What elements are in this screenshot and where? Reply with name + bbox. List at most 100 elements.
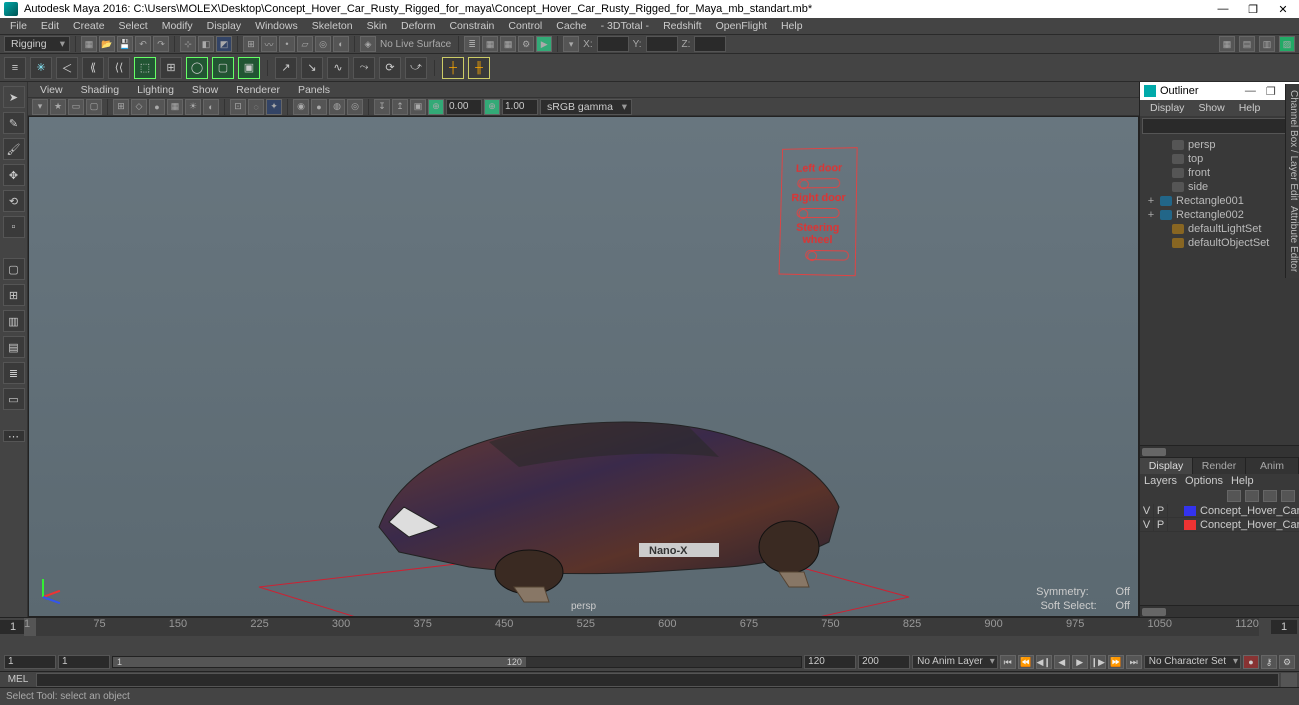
panel-bookmark-button[interactable]: ★ <box>50 99 66 115</box>
panel-menu-lighting[interactable]: Lighting <box>129 83 182 97</box>
panel-film-gate-button[interactable]: ▢ <box>86 99 102 115</box>
minimize-button[interactable]: — <box>1217 3 1229 16</box>
snap-grid-button[interactable]: ⊞ <box>243 36 259 52</box>
new-scene-button[interactable]: ▦ <box>81 36 97 52</box>
set-key-button[interactable]: ⚷ <box>1261 655 1277 669</box>
panel-gamma-field[interactable]: 1.00 <box>502 99 538 115</box>
layer-vis-toggle[interactable]: V <box>1140 518 1154 532</box>
z-field[interactable] <box>694 36 726 52</box>
outliner-menu-show[interactable]: Show <box>1192 101 1230 115</box>
rig-left-door-slider[interactable] <box>797 178 840 188</box>
auto-key-button[interactable]: ● <box>1243 655 1259 669</box>
play-back-button[interactable]: ◀ <box>1054 655 1070 669</box>
layout-script-button[interactable]: ▭ <box>3 388 25 410</box>
layout-graph-button[interactable]: ≣ <box>3 362 25 384</box>
panel-shaded-button[interactable]: ● <box>149 99 165 115</box>
time-current-display[interactable]: 1 <box>1271 620 1297 634</box>
layer-name[interactable]: Concept_Hover_Car_Rusty_ <box>1198 519 1299 531</box>
shelf-btn-17[interactable]: ╫ <box>468 57 490 79</box>
shelf-btn-5[interactable]: ⬚ <box>134 57 156 79</box>
layer-new-empty-button[interactable] <box>1263 490 1277 502</box>
outliner-node-top[interactable]: top <box>1140 152 1299 166</box>
layer-tab-anim[interactable]: Anim <box>1246 458 1299 474</box>
rotate-tool[interactable]: ⟲ <box>3 190 25 212</box>
play-forward-button[interactable]: ▶ <box>1072 655 1088 669</box>
panel-view-transform-button[interactable]: ▣ <box>410 99 426 115</box>
menu-skeleton[interactable]: Skeleton <box>306 19 359 33</box>
panel-xray-joints-button[interactable]: ✦ <box>266 99 282 115</box>
layout-four-button[interactable]: ⊞ <box>3 284 25 306</box>
range-bar[interactable]: 1120 <box>113 657 526 667</box>
panel-texture-button[interactable]: ▦ <box>167 99 183 115</box>
softselect-value[interactable]: Off <box>1116 600 1130 612</box>
layer-moveup-button[interactable] <box>1227 490 1241 502</box>
menu-openflight[interactable]: OpenFlight <box>710 19 773 33</box>
lasso-tool[interactable]: ✎ <box>3 112 25 134</box>
outliner-node-rectangle002[interactable]: +Rectangle002 <box>1140 208 1299 222</box>
playback-prefs-button[interactable]: ⚙ <box>1279 655 1295 669</box>
toggle-channelbox-button[interactable]: ▤ <box>1239 36 1255 52</box>
panel-shadow-button[interactable]: ◐ <box>203 99 219 115</box>
menu-edit[interactable]: Edit <box>35 19 65 33</box>
toggle-attribute-editor-button[interactable]: ▨ <box>1279 36 1295 52</box>
panel-isolate-button[interactable]: ⊡ <box>230 99 246 115</box>
layer-row-2[interactable]: V P Concept_Hover_Car_Rusty_ <box>1140 518 1299 532</box>
outliner-scroll-h[interactable] <box>1140 445 1299 457</box>
layer-menu-help[interactable]: Help <box>1231 475 1254 487</box>
range-out-field[interactable]: 120 <box>804 655 856 669</box>
layer-vis-toggle[interactable]: V <box>1140 504 1154 518</box>
shelf-btn-3[interactable]: ⟪ <box>82 57 104 79</box>
outliner-node-objectset[interactable]: defaultObjectSet <box>1140 236 1299 250</box>
layer-new-selected-button[interactable] <box>1281 490 1295 502</box>
save-scene-button[interactable]: 💾 <box>117 36 133 52</box>
step-forward-button[interactable]: ❙▶ <box>1090 655 1106 669</box>
menu-select[interactable]: Select <box>113 19 154 33</box>
outliner-node-lightset[interactable]: defaultLightSet <box>1140 222 1299 236</box>
anim-layer-combo[interactable]: No Anim Layer <box>912 655 998 669</box>
shelf-btn-14[interactable]: ⟳ <box>379 57 401 79</box>
attribute-editor-tab[interactable]: Attribute Editor <box>1285 200 1299 278</box>
outliner-menu-help[interactable]: Help <box>1233 101 1267 115</box>
menu-constrain[interactable]: Constrain <box>443 19 500 33</box>
make-live-button[interactable]: ◈ <box>360 36 376 52</box>
step-forward-key-button[interactable]: ⏩ <box>1108 655 1124 669</box>
snap-view-button[interactable]: ◐ <box>333 36 349 52</box>
snap-plane-button[interactable]: ▱ <box>297 36 313 52</box>
menu-cache[interactable]: Cache <box>550 19 592 33</box>
panel-gamma-lock-button[interactable]: ↥ <box>392 99 408 115</box>
panel-highquality-button[interactable]: ◉ <box>293 99 309 115</box>
panel-image-plane-button[interactable]: ▭ <box>68 99 84 115</box>
menu-file[interactable]: File <box>4 19 33 33</box>
panel-exposure-toggle[interactable]: ⊕ <box>428 99 444 115</box>
range-end-field[interactable]: 200 <box>858 655 910 669</box>
range-in-field[interactable]: 1 <box>58 655 110 669</box>
layer-color-swatch[interactable] <box>1184 520 1196 530</box>
rig-steering-slider[interactable] <box>805 250 849 261</box>
outliner-max-button[interactable]: ❐ <box>1266 85 1276 98</box>
range-start-field[interactable]: 1 <box>4 655 56 669</box>
layer-menu-options[interactable]: Options <box>1185 475 1223 487</box>
menu-deform[interactable]: Deform <box>395 19 441 33</box>
input-mode-button[interactable]: ▾ <box>563 36 579 52</box>
sel-hierarchy-button[interactable]: ⊹ <box>180 36 196 52</box>
goto-end-button[interactable]: ⏭ <box>1126 655 1142 669</box>
menu-modify[interactable]: Modify <box>156 19 199 33</box>
shelf-tab-handle[interactable]: ≡ <box>4 57 26 79</box>
command-input[interactable] <box>36 673 1279 687</box>
rig-right-door-slider[interactable] <box>796 208 839 218</box>
step-back-button[interactable]: ◀❙ <box>1036 655 1052 669</box>
toggle-modeling-toolkit-button[interactable]: ▦ <box>1219 36 1235 52</box>
outliner-node-front[interactable]: front <box>1140 166 1299 180</box>
shelf-btn-4[interactable]: ⟨⟨ <box>108 57 130 79</box>
toggle-tool-settings-button[interactable]: ▥ <box>1259 36 1275 52</box>
layout-outliner-button[interactable]: ▤ <box>3 336 25 358</box>
viewport[interactable]: Nano-X Left door Right door Steering whe… <box>28 116 1139 617</box>
goto-start-button[interactable]: ⏮ <box>1000 655 1016 669</box>
character-set-combo[interactable]: No Character Set <box>1144 655 1241 669</box>
outliner-menu-display[interactable]: Display <box>1144 101 1190 115</box>
menu-3dtotal[interactable]: - 3DTotal - <box>595 19 655 33</box>
script-lang-label[interactable]: MEL <box>0 674 36 685</box>
layer-color-swatch[interactable] <box>1184 506 1196 516</box>
range-slider[interactable]: 1120 <box>112 656 802 668</box>
snap-live-button[interactable]: ◎ <box>315 36 331 52</box>
